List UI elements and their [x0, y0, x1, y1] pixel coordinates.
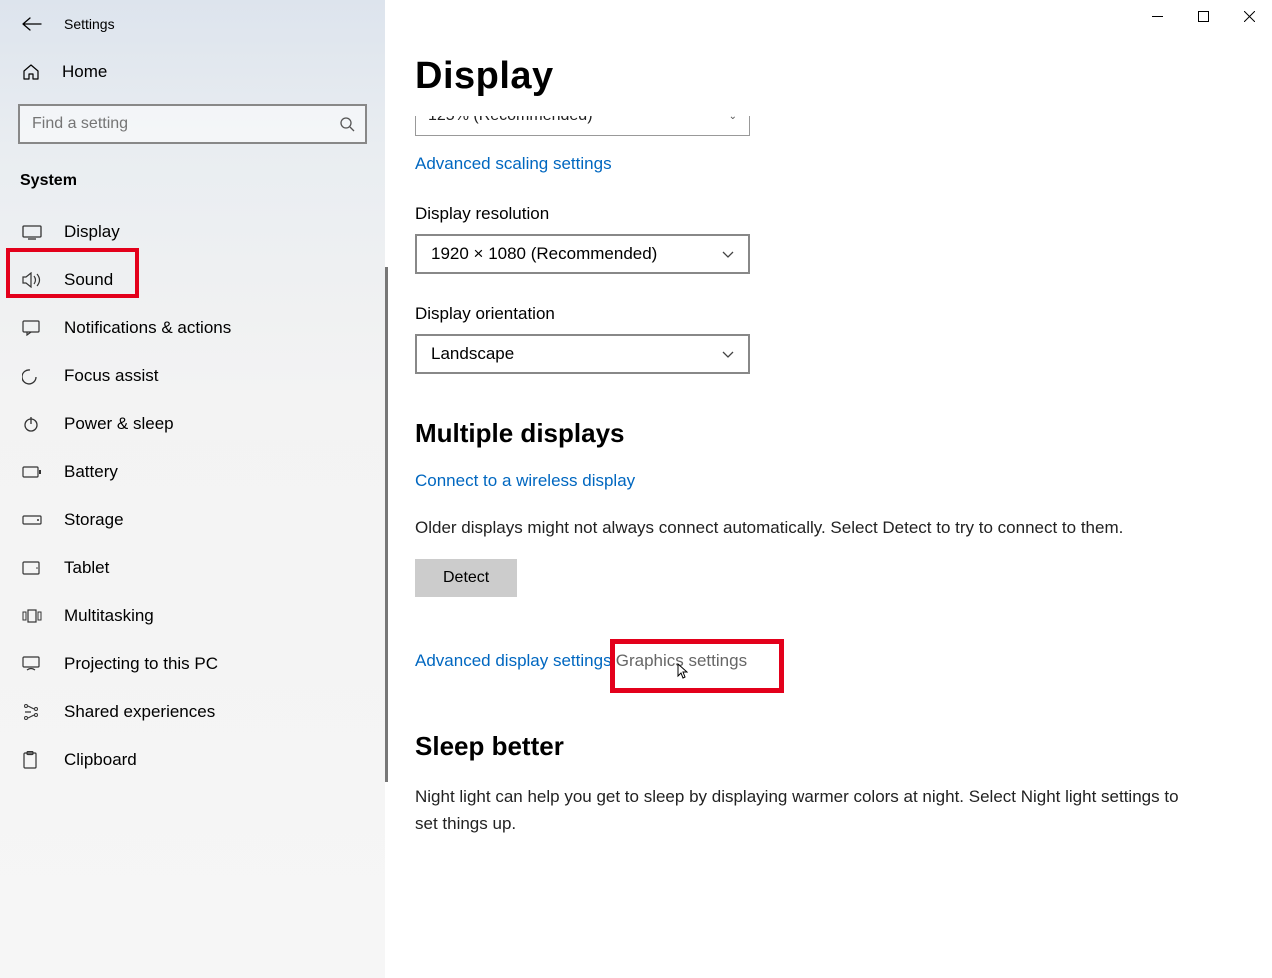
graphics-settings-link[interactable]: Graphics settings — [616, 651, 747, 671]
window-controls — [1134, 0, 1272, 32]
minimize-button[interactable] — [1134, 0, 1180, 32]
orientation-dropdown[interactable]: Landscape — [415, 334, 750, 374]
home-label: Home — [62, 62, 107, 82]
sidebar-item-multitasking[interactable]: Multitasking — [0, 592, 385, 640]
shared-icon — [22, 703, 42, 721]
scale-dropdown[interactable]: 125% (Recommended) ⌄ — [415, 116, 750, 136]
multiple-displays-heading: Multiple displays — [415, 418, 1242, 449]
orientation-label: Display orientation — [415, 304, 1242, 324]
resolution-dropdown[interactable]: 1920 × 1080 (Recommended) — [415, 234, 750, 274]
detect-hint-text: Older displays might not always connect … — [415, 515, 1205, 541]
advanced-display-link[interactable]: Advanced display settings — [415, 651, 612, 671]
home-icon — [22, 63, 40, 81]
app-title: Settings — [64, 16, 115, 32]
sleep-body-text: Night light can help you get to sleep by… — [415, 784, 1205, 837]
sidebar: Settings Home System Display Sound Not — [0, 0, 385, 978]
sidebar-item-notifications[interactable]: Notifications & actions — [0, 304, 385, 352]
sidebar-item-label: Shared experiences — [64, 702, 215, 722]
sidebar-item-focus-assist[interactable]: Focus assist — [0, 352, 385, 400]
search-box[interactable] — [18, 104, 367, 144]
detect-button[interactable]: Detect — [415, 559, 517, 597]
main-content: Display 125% (Recommended) ⌄ Advanced sc… — [385, 0, 1272, 978]
power-icon — [22, 415, 42, 433]
sidebar-item-sound[interactable]: Sound — [0, 256, 385, 304]
projecting-icon — [22, 656, 42, 672]
storage-icon — [22, 515, 42, 525]
sidebar-item-label: Power & sleep — [64, 414, 174, 434]
scroll-indicator[interactable] — [385, 267, 388, 782]
wireless-display-link[interactable]: Connect to a wireless display — [415, 471, 635, 491]
orientation-value: Landscape — [431, 344, 514, 364]
sidebar-item-label: Battery — [64, 462, 118, 482]
chevron-down-icon — [722, 351, 734, 358]
resolution-label: Display resolution — [415, 204, 1242, 224]
maximize-button[interactable] — [1180, 0, 1226, 32]
scale-value: 125% (Recommended) — [428, 116, 593, 124]
sidebar-item-label: Display — [64, 222, 120, 242]
sidebar-item-storage[interactable]: Storage — [0, 496, 385, 544]
close-button[interactable] — [1226, 0, 1272, 32]
sidebar-item-label: Storage — [64, 510, 124, 530]
sidebar-item-label: Projecting to this PC — [64, 654, 218, 674]
sidebar-item-clipboard[interactable]: Clipboard — [0, 736, 385, 784]
sidebar-item-battery[interactable]: Battery — [0, 448, 385, 496]
sidebar-item-label: Notifications & actions — [64, 318, 231, 338]
sidebar-item-power-sleep[interactable]: Power & sleep — [0, 400, 385, 448]
multitasking-icon — [22, 609, 42, 623]
clipboard-icon — [22, 751, 42, 769]
focus-icon — [22, 367, 42, 385]
advanced-scaling-link[interactable]: Advanced scaling settings — [415, 154, 612, 174]
search-input[interactable] — [18, 104, 367, 144]
sidebar-item-label: Clipboard — [64, 750, 137, 770]
sidebar-item-label: Multitasking — [64, 606, 154, 626]
display-icon — [22, 225, 42, 240]
sleep-better-heading: Sleep better — [415, 731, 1242, 762]
resolution-value: 1920 × 1080 (Recommended) — [431, 244, 657, 264]
search-icon — [339, 116, 355, 132]
sidebar-item-label: Focus assist — [64, 366, 158, 386]
sidebar-item-projecting[interactable]: Projecting to this PC — [0, 640, 385, 688]
sidebar-item-label: Tablet — [64, 558, 109, 578]
notifications-icon — [22, 320, 42, 336]
home-nav[interactable]: Home — [0, 50, 385, 104]
tablet-icon — [22, 561, 42, 575]
sidebar-item-label: Sound — [64, 270, 113, 290]
sidebar-item-display[interactable]: Display — [0, 208, 385, 256]
chevron-down-icon — [722, 251, 734, 258]
back-button[interactable] — [22, 17, 42, 31]
sidebar-item-tablet[interactable]: Tablet — [0, 544, 385, 592]
page-title: Display — [415, 55, 1242, 98]
category-label: System — [0, 162, 385, 208]
chevron-down-icon: ⌄ — [729, 116, 737, 122]
sound-icon — [22, 272, 42, 288]
battery-icon — [22, 466, 42, 478]
sidebar-item-shared[interactable]: Shared experiences — [0, 688, 385, 736]
